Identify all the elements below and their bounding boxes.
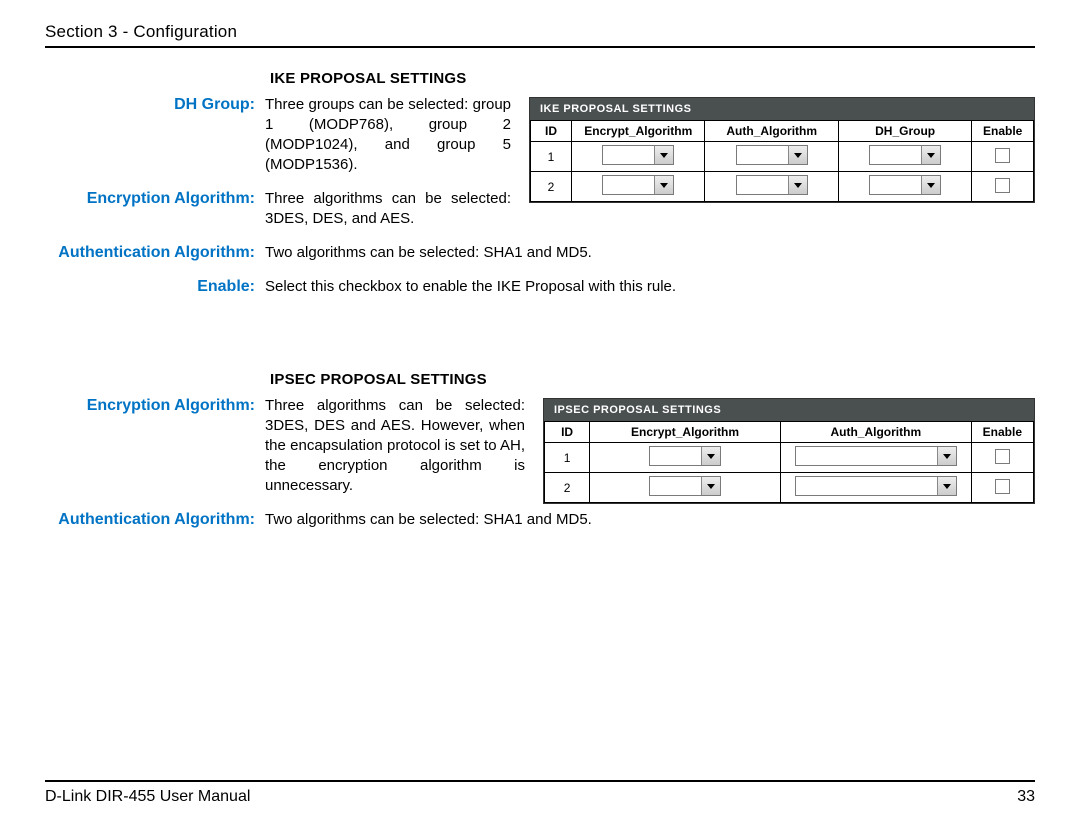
ipsec-th-auth: Auth_Algorithm	[780, 422, 971, 443]
ike-row-id: 2	[531, 172, 572, 202]
ike-th-en: Enable	[972, 121, 1034, 142]
ipsec-authalg-label: Authentication Algorithm:	[45, 510, 265, 530]
ike-table: ID Encrypt_Algorithm Auth_Algorithm DH_G…	[530, 120, 1034, 202]
ike-title: IKE PROPOSAL SETTINGS	[270, 70, 1035, 87]
ipsec-th-enc: Encrypt_Algorithm	[590, 422, 781, 443]
ipsec-enable-checkbox[interactable]	[995, 449, 1010, 464]
ipsec-auth-select[interactable]	[795, 476, 957, 496]
table-row: 1	[531, 142, 1034, 172]
ike-enable-row: Enable: Select this checkbox to enable t…	[45, 277, 1035, 297]
ike-encalg-text: Three algorithms can be selected: 3DES, …	[265, 189, 511, 229]
ike-dh-select[interactable]	[869, 175, 941, 195]
ipsec-encalg-label: Encryption Algorithm:	[45, 396, 265, 416]
ipsec-screenshot: IPSEC PROPOSAL SETTINGS ID Encrypt_Algor…	[543, 398, 1035, 504]
page-footer: D-Link DIR-455 User Manual 33	[45, 780, 1035, 806]
ike-th-auth: Auth_Algorithm	[705, 121, 838, 142]
ike-th-id: ID	[531, 121, 572, 142]
ike-encrypt-select[interactable]	[602, 175, 674, 195]
ike-enable-label: Enable:	[45, 277, 265, 297]
ipsec-row-id: 1	[545, 443, 590, 473]
ipsec-authalg-text: Two algorithms can be selected: SHA1 and…	[265, 510, 1025, 530]
ike-dhgroup-text: Three groups can be selected: group 1 (M…	[265, 95, 511, 175]
ipsec-encrypt-select[interactable]	[649, 476, 721, 496]
ike-encalg-row: Encryption Algorithm: Three algorithms c…	[45, 189, 511, 229]
ike-auth-select[interactable]	[736, 175, 808, 195]
ipsec-panel-bar: IPSEC PROPOSAL SETTINGS	[544, 399, 1034, 421]
ike-panel-bar: IKE PROPOSAL SETTINGS	[530, 98, 1034, 120]
ike-dh-select[interactable]	[869, 145, 941, 165]
ike-panel: IKE PROPOSAL SETTINGS ID Encrypt_Algorit…	[529, 97, 1035, 203]
ipsec-encrypt-select[interactable]	[649, 446, 721, 466]
ipsec-th-id: ID	[545, 422, 590, 443]
ike-encrypt-select[interactable]	[602, 145, 674, 165]
footer-title: D-Link DIR-455 User Manual	[45, 788, 250, 806]
ike-row-id: 1	[531, 142, 572, 172]
ipsec-enable-checkbox[interactable]	[995, 479, 1010, 494]
table-row: 1	[545, 443, 1034, 473]
ipsec-auth-select[interactable]	[795, 446, 957, 466]
section-header: Section 3 - Configuration	[45, 22, 1035, 48]
ike-auth-select[interactable]	[736, 145, 808, 165]
ike-screenshot: IKE PROPOSAL SETTINGS ID Encrypt_Algorit…	[529, 97, 1035, 203]
table-row: 2	[531, 172, 1034, 202]
ipsec-panel: IPSEC PROPOSAL SETTINGS ID Encrypt_Algor…	[543, 398, 1035, 504]
ike-enable-text: Select this checkbox to enable the IKE P…	[265, 277, 1025, 297]
ike-authalg-row: Authentication Algorithm: Two algorithms…	[45, 243, 1035, 263]
ike-dhgroup-row: DH Group: Three groups can be selected: …	[45, 95, 511, 175]
manual-page: Section 3 - Configuration IKE PROPOSAL S…	[0, 0, 1080, 834]
ike-dhgroup-label: DH Group:	[45, 95, 265, 115]
ipsec-authalg-row: Authentication Algorithm: Two algorithms…	[45, 510, 1035, 530]
ike-th-enc: Encrypt_Algorithm	[572, 121, 705, 142]
ipsec-th-en: Enable	[971, 422, 1033, 443]
ike-th-dh: DH_Group	[838, 121, 971, 142]
ike-encalg-label: Encryption Algorithm:	[45, 189, 265, 209]
ipsec-encalg-text: Three algorithms can be selected: 3DES, …	[265, 396, 525, 496]
ipsec-encalg-row: Encryption Algorithm: Three algorithms c…	[45, 396, 525, 496]
page-number: 33	[1017, 788, 1035, 806]
ike-enable-checkbox[interactable]	[995, 178, 1010, 193]
content-area: IKE PROPOSAL SETTINGS IKE PROPOSAL SETTI…	[45, 48, 1035, 530]
ipsec-row-id: 2	[545, 473, 590, 503]
ike-enable-checkbox[interactable]	[995, 148, 1010, 163]
ipsec-title: IPSEC PROPOSAL SETTINGS	[270, 371, 1035, 388]
ike-authalg-label: Authentication Algorithm:	[45, 243, 265, 263]
ipsec-table: ID Encrypt_Algorithm Auth_Algorithm Enab…	[544, 421, 1034, 503]
ike-authalg-text: Two algorithms can be selected: SHA1 and…	[265, 243, 1025, 263]
table-row: 2	[545, 473, 1034, 503]
